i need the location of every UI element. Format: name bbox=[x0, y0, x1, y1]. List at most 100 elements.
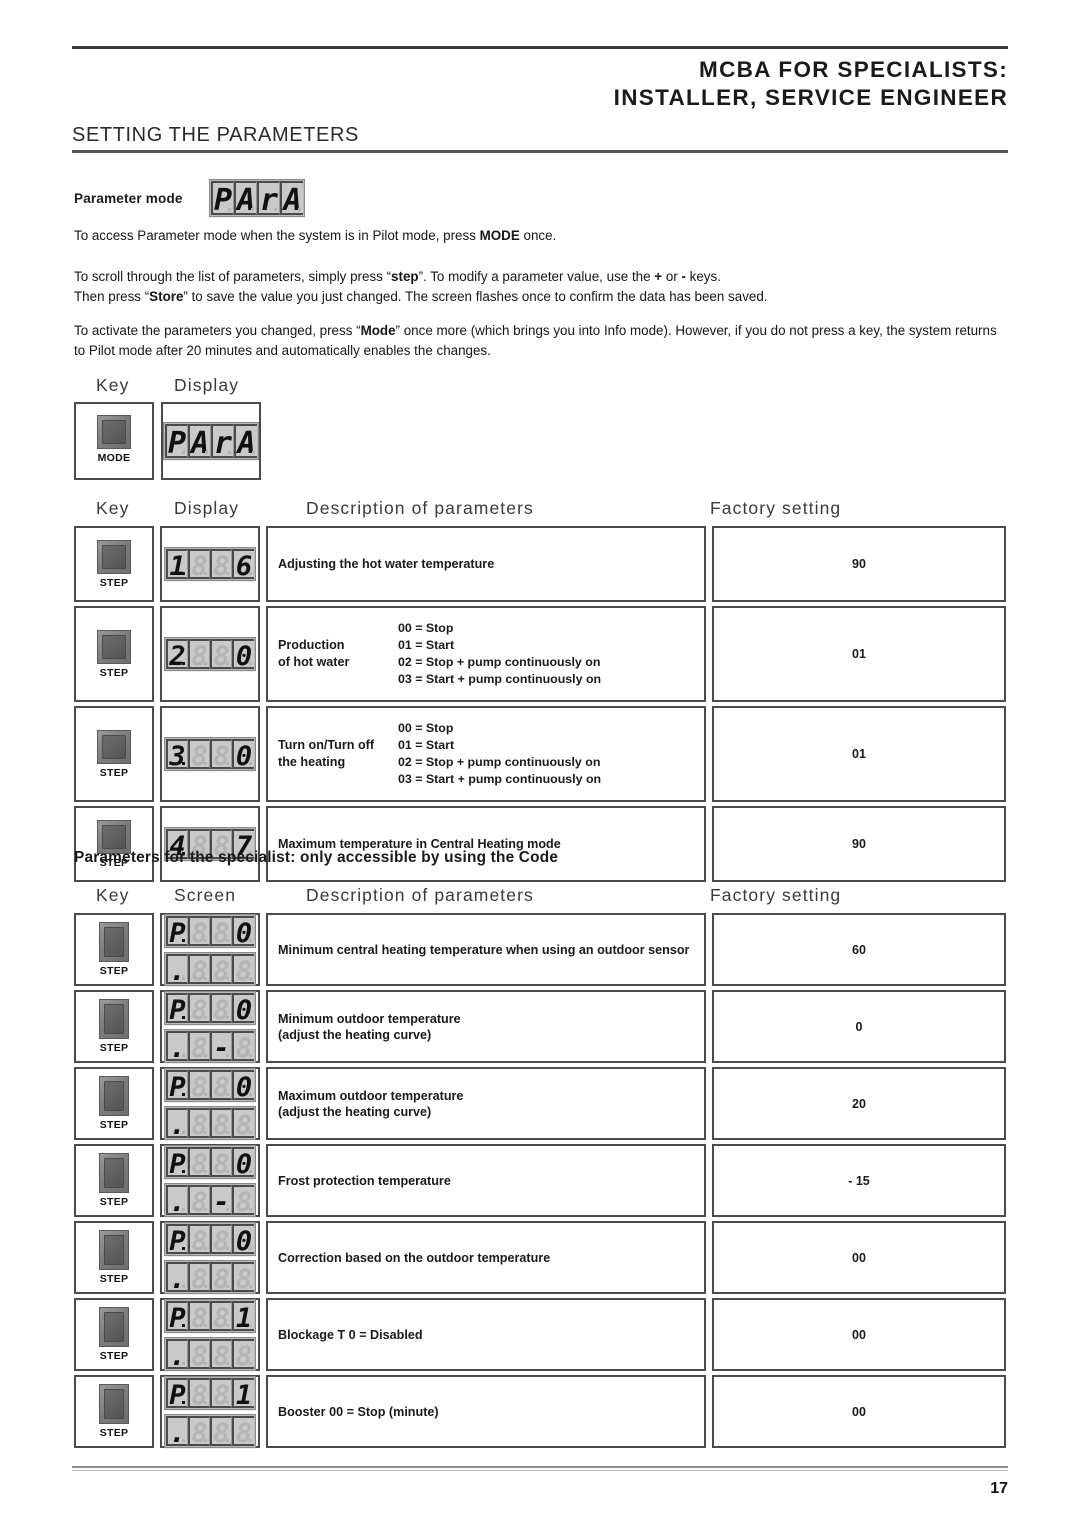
option-line: 03 = Start + pump continuously on bbox=[398, 772, 602, 786]
lcd-display-top: P880 bbox=[164, 1221, 256, 1256]
table-row: STEP 2 8 8 0 Production of hot water 00 = Stop 0… bbox=[74, 606, 1006, 702]
lcd-cell: 0 bbox=[232, 1223, 254, 1254]
lcd-cell: 8 bbox=[188, 1338, 210, 1369]
mode-key-button[interactable] bbox=[97, 415, 131, 449]
mode-head-display: Display bbox=[174, 375, 240, 395]
option-line: 01 = Start bbox=[398, 638, 455, 652]
lcd-cell: 8 bbox=[188, 1107, 210, 1138]
para2-l2a: Then press “ bbox=[74, 288, 150, 304]
parameter-table-basic: Key Display Description of parameters Fa… bbox=[74, 498, 1006, 886]
key-cell: STEP bbox=[74, 806, 154, 882]
lcd-decimal-point bbox=[204, 762, 207, 765]
mode-display-cell: PArA bbox=[161, 402, 261, 480]
lcd-cell: r bbox=[257, 181, 280, 215]
lcd-cell: 8 bbox=[188, 1146, 210, 1177]
lcd-cell: 8 bbox=[188, 1261, 210, 1292]
lcd-decimal-point bbox=[204, 976, 207, 980]
key-button-inner bbox=[104, 1081, 124, 1111]
header-line-1: MCBA FOR SPECIALISTS: bbox=[699, 57, 1008, 82]
key-label: STEP bbox=[99, 666, 129, 679]
lcd-cell: A bbox=[188, 424, 211, 458]
key-button-inner bbox=[104, 927, 124, 957]
key-button-inner bbox=[104, 1004, 124, 1034]
lcd-decimal-point bbox=[182, 976, 185, 980]
lcd-decimal-point bbox=[204, 572, 207, 575]
description-cell: Correction based on the outdoor temperat… bbox=[266, 1221, 706, 1294]
table1-headers: Key Display Description of parameters Fa… bbox=[74, 498, 1006, 526]
key-cell: STEP bbox=[74, 526, 154, 602]
lcd-cell: 8 bbox=[188, 639, 210, 669]
lcd-decimal-point bbox=[226, 1323, 229, 1327]
lcd-cell: 8 bbox=[210, 1338, 232, 1369]
parameter-table-specialist: Key Screen Description of parameters Fac… bbox=[74, 885, 1006, 1452]
lcd-decimal-point bbox=[182, 572, 185, 575]
lcd-cell: 8 bbox=[210, 1415, 232, 1446]
key-label: STEP bbox=[99, 1042, 129, 1054]
step-key-button[interactable] bbox=[99, 1307, 129, 1347]
step-key-button[interactable] bbox=[97, 729, 131, 764]
lcd-display: 2880 bbox=[164, 637, 256, 671]
lcd-cell: 8 bbox=[210, 1377, 232, 1408]
lcd-decimal-point bbox=[226, 1053, 229, 1057]
key-button-inner bbox=[102, 420, 126, 444]
factory-setting-cell: 01 bbox=[712, 606, 1006, 702]
step-key-button[interactable] bbox=[97, 539, 131, 574]
table-row: STEP P 8 8 0. 8-8 Frost protection temperature… bbox=[74, 1144, 1006, 1217]
para1-pre: To access Parameter mode when the system… bbox=[74, 228, 480, 243]
para2-store-key: Store bbox=[149, 288, 184, 304]
lcd-cell: A bbox=[234, 424, 257, 458]
lcd-decimal-point bbox=[228, 451, 231, 454]
step-key-button[interactable] bbox=[99, 999, 129, 1039]
lcd-decimal-point bbox=[182, 1323, 185, 1327]
document-header: MCBA FOR SPECIALISTS: INSTALLER, SERVICE… bbox=[360, 56, 1008, 112]
lcd-decimal-point bbox=[205, 451, 208, 454]
description-grouped: Turn on/Turn off the heating 00 = Stop 01 =… bbox=[278, 720, 704, 788]
description-text: Adjusting the hot water temperature bbox=[278, 557, 495, 571]
lcd-cell: 8 bbox=[210, 1146, 232, 1177]
lcd-display-top: P881 bbox=[164, 1298, 256, 1333]
display-cell: 3880 bbox=[160, 706, 260, 802]
lcd-cell: 0 bbox=[232, 915, 254, 946]
step-key-button[interactable] bbox=[99, 1384, 129, 1424]
lcd-display-bottom: .888 bbox=[164, 1413, 256, 1448]
paragraph-activate: To activate the parameters you changed, … bbox=[74, 321, 1008, 360]
key-label: STEP bbox=[99, 1196, 129, 1208]
key-label: STEP bbox=[99, 1273, 129, 1285]
step-key-button[interactable] bbox=[99, 922, 129, 962]
key-label: STEP bbox=[99, 1350, 129, 1362]
para2-l1c: ”. To modify a parameter value, use the bbox=[418, 269, 655, 284]
para1-mode-key: MODE bbox=[479, 228, 520, 243]
lcd-decimal-point bbox=[204, 1130, 207, 1134]
lcd-cell: 8 bbox=[232, 1261, 254, 1292]
para2-l1a: To scroll through the list of parameters… bbox=[74, 269, 392, 284]
lcd-cell: 8 bbox=[188, 1184, 210, 1215]
description-text: Maximum outdoor temperature (adjust the h… bbox=[278, 1088, 464, 1119]
table-row: STEP 3 8 8 0 Turn on/Turn off the heating 00 = … bbox=[74, 706, 1006, 802]
key-label: STEP bbox=[99, 766, 129, 779]
table-row: STEP P 8 8 1. 8 8 8 Blockage T 0 = Disabled 00 bbox=[74, 1298, 1006, 1371]
lcd-decimal-point bbox=[182, 1438, 185, 1442]
factory-setting-cell: 60 bbox=[712, 913, 1006, 986]
lcd-cell: 1 bbox=[232, 1300, 254, 1331]
lcd-cell: P bbox=[166, 915, 188, 946]
header-line-2: INSTALLER, SERVICE ENGINEER bbox=[613, 85, 1008, 110]
step-key-button[interactable] bbox=[97, 629, 131, 664]
lcd-cell: 8 bbox=[210, 953, 232, 984]
option-line: 02 = Stop + pump continuously on bbox=[398, 755, 601, 769]
mode-head-key: Key bbox=[96, 375, 130, 395]
lcd-display-bottom: .8-8 bbox=[164, 1182, 256, 1217]
description-options: 00 = Stop 01 = Start 02 = Stop + pump cont… bbox=[398, 620, 601, 688]
lcd-cell: A bbox=[280, 181, 303, 215]
step-key-button[interactable] bbox=[99, 1153, 129, 1193]
step-key-button[interactable] bbox=[99, 1076, 129, 1116]
lcd-display-top: P881 bbox=[164, 1375, 256, 1410]
lcd-cell: P bbox=[166, 992, 188, 1023]
step-key-button[interactable] bbox=[99, 1230, 129, 1270]
lcd-cell: 8 bbox=[188, 953, 210, 984]
lcd-decimal-point bbox=[226, 1400, 229, 1404]
lcd-decimal-point bbox=[249, 572, 252, 575]
specialist-subtitle: Parameters for the specialist: only acce… bbox=[74, 849, 559, 866]
lcd-cell: 2 bbox=[166, 639, 188, 669]
lcd-decimal-point bbox=[204, 1246, 207, 1250]
lcd-cell: . bbox=[166, 1184, 188, 1215]
